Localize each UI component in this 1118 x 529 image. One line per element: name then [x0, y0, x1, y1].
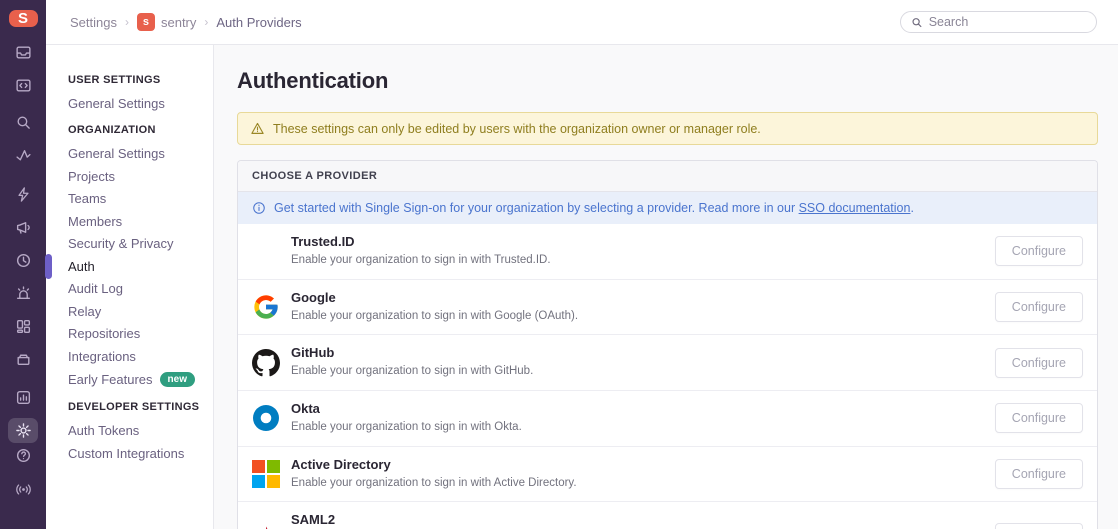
- nav-header-organization: ORGANIZATION: [68, 124, 203, 136]
- icon-rail: S: [0, 0, 46, 529]
- warning-banner: These settings can only be edited by use…: [237, 112, 1098, 145]
- sso-documentation-link[interactable]: SSO documentation: [799, 201, 911, 215]
- sidebar-item-relay[interactable]: Relay: [68, 305, 203, 318]
- sso-info-prefix: Get started with Single Sign-on for your…: [274, 201, 799, 215]
- rail-group-top: [8, 40, 38, 98]
- trustedid-logo-icon: [252, 237, 280, 265]
- rail-group-bottom: [8, 443, 38, 529]
- provider-name: GitHub: [291, 345, 533, 360]
- stats-icon[interactable]: [8, 385, 38, 410]
- saml2-logo-icon: [252, 524, 280, 529]
- github-logo-icon: [252, 349, 280, 377]
- collapse-icon[interactable]: [8, 521, 38, 529]
- breadcrumb-settings[interactable]: Settings: [70, 15, 117, 30]
- settings-sidebar: USER SETTINGS General Settings ORGANIZAT…: [46, 45, 214, 529]
- info-icon: [252, 201, 266, 215]
- configure-active-directory-button[interactable]: Configure: [995, 459, 1083, 489]
- feedback-icon[interactable]: [8, 215, 38, 240]
- provider-panel: CHOOSE A PROVIDER Get started with Singl…: [237, 160, 1098, 529]
- sso-info-text: Get started with Single Sign-on for your…: [274, 201, 914, 215]
- search-icon[interactable]: [8, 110, 38, 135]
- provider-description: Enable your organization to sign in with…: [291, 419, 522, 436]
- sidebar-item-audit-log[interactable]: Audit Log: [68, 282, 203, 295]
- provider-name: Google: [291, 290, 578, 305]
- projects-icon[interactable]: [8, 73, 38, 98]
- provider-description: Enable your organization to sign in with…: [291, 363, 533, 380]
- provider-description: Enable your organization to sign in with…: [291, 308, 578, 325]
- breadcrumb-separator: ›: [204, 15, 208, 29]
- breadcrumb: Settings › s sentry › Auth Providers: [70, 13, 302, 31]
- sso-info-row: Get started with Single Sign-on for your…: [238, 192, 1097, 224]
- sidebar-item-members[interactable]: Members: [68, 215, 203, 228]
- search-icon: [911, 16, 923, 29]
- active-directory-logo-icon: [252, 460, 280, 488]
- alerts-icon[interactable]: [8, 281, 38, 306]
- configure-trustedid-button[interactable]: Configure: [995, 236, 1083, 266]
- search-box[interactable]: [900, 11, 1097, 33]
- provider-row-github: GitHub Enable your organization to sign …: [238, 334, 1097, 390]
- sidebar-item-projects[interactable]: Projects: [68, 170, 203, 183]
- breadcrumb-separator: ›: [125, 15, 129, 29]
- okta-logo-icon: [252, 404, 280, 432]
- panel-header: CHOOSE A PROVIDER: [238, 161, 1097, 192]
- provider-name: Trusted.ID: [291, 234, 551, 249]
- provider-row-okta: Okta Enable your organization to sign in…: [238, 390, 1097, 446]
- sidebar-item-label: Early Features: [68, 373, 153, 386]
- topbar: Settings › s sentry › Auth Providers: [46, 0, 1118, 45]
- provider-row-saml2: SAML2 Enable your organization to sign i…: [238, 501, 1097, 529]
- replays-icon[interactable]: [8, 248, 38, 273]
- provider-description: Enable your organization to sign in with…: [291, 252, 551, 269]
- sidebar-item-repositories[interactable]: Repositories: [68, 327, 203, 340]
- sidebar-item-early-features[interactable]: Early Features new: [68, 372, 203, 387]
- releases-icon[interactable]: [8, 182, 38, 207]
- google-logo-icon: [252, 293, 280, 321]
- sidebar-item-auth[interactable]: Auth: [68, 260, 203, 273]
- configure-okta-button[interactable]: Configure: [995, 403, 1083, 433]
- sidebar-item-security-privacy[interactable]: Security & Privacy: [68, 237, 203, 250]
- sidebar-item-custom-integrations[interactable]: Custom Integrations: [68, 447, 203, 460]
- settings-icon[interactable]: [8, 418, 38, 443]
- provider-description: Enable your organization to sign in with…: [291, 475, 577, 492]
- sso-info-suffix: .: [910, 201, 913, 215]
- sidebar-item-teams[interactable]: Teams: [68, 192, 203, 205]
- main-content: Authentication These settings can only b…: [214, 45, 1118, 529]
- configure-google-button[interactable]: Configure: [995, 292, 1083, 322]
- rail-group-discover: [8, 110, 38, 168]
- help-icon[interactable]: [8, 443, 38, 468]
- org-avatar: s: [137, 13, 155, 31]
- breadcrumb-current: Auth Providers: [216, 15, 301, 30]
- nav-section-organization: ORGANIZATION General Settings Projects T…: [68, 124, 203, 387]
- provider-name: Active Directory: [291, 457, 577, 472]
- sentry-logo[interactable]: S: [9, 10, 38, 27]
- performance-icon[interactable]: [8, 143, 38, 168]
- sidebar-item-auth-tokens[interactable]: Auth Tokens: [68, 424, 203, 437]
- issues-icon[interactable]: [8, 40, 38, 65]
- dashboards-icon[interactable]: [8, 314, 38, 339]
- breadcrumb-org-label: sentry: [161, 15, 196, 30]
- broadcast-icon[interactable]: [8, 477, 38, 502]
- nav-section-user: USER SETTINGS General Settings: [68, 74, 203, 110]
- search-input[interactable]: [929, 15, 1086, 29]
- warning-icon: [250, 121, 265, 136]
- nav-header-developer-settings: DEVELOPER SETTINGS: [68, 401, 203, 413]
- provider-row-active-directory: Active Directory Enable your organizatio…: [238, 446, 1097, 502]
- warning-text: These settings can only be edited by use…: [273, 122, 761, 136]
- new-badge: new: [160, 372, 195, 387]
- rail-group-middle: [8, 182, 38, 372]
- configure-github-button[interactable]: Configure: [995, 348, 1083, 378]
- page-title: Authentication: [237, 68, 1098, 94]
- configure-saml2-button[interactable]: Configure: [995, 523, 1083, 529]
- provider-row-trustedid: Trusted.ID Enable your organization to s…: [238, 224, 1097, 279]
- sidebar-item-general-settings[interactable]: General Settings: [68, 147, 203, 160]
- nav-header-user-settings: USER SETTINGS: [68, 74, 203, 86]
- provider-name: SAML2: [291, 512, 911, 527]
- nav-section-developer: DEVELOPER SETTINGS Auth Tokens Custom In…: [68, 401, 203, 460]
- provider-row-google: Google Enable your organization to sign …: [238, 279, 1097, 335]
- provider-name: Okta: [291, 401, 522, 416]
- breadcrumb-org[interactable]: s sentry: [137, 13, 196, 31]
- sidebar-item-user-general-settings[interactable]: General Settings: [68, 97, 203, 110]
- archive-icon[interactable]: [8, 347, 38, 372]
- sidebar-item-integrations[interactable]: Integrations: [68, 350, 203, 363]
- rail-group-settings: [8, 385, 38, 443]
